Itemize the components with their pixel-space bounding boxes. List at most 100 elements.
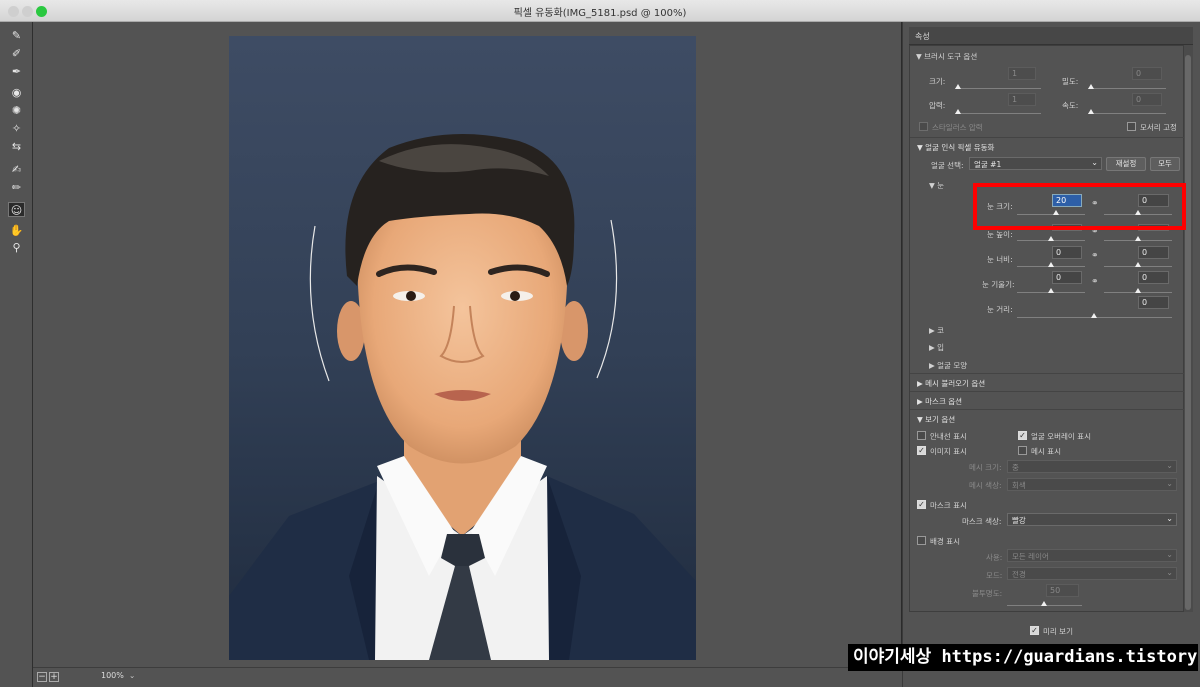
section-face-aware[interactable]: ▼ 얼굴 인식 픽셀 유동화: [910, 137, 1184, 155]
eye-tilt-right-field[interactable]: 0: [1138, 271, 1169, 284]
chevron-down-icon: ⌄: [1166, 568, 1173, 577]
eye-tilt-right-thumb[interactable]: [1135, 288, 1141, 293]
brush-pressure-field[interactable]: 1: [1008, 93, 1036, 106]
show-mesh-label: 메시 표시: [1031, 447, 1061, 456]
eye-distance-field[interactable]: 0: [1138, 296, 1169, 309]
window-titlebar: 픽셀 유동화(IMG_5181.psd @ 100%): [0, 0, 1200, 22]
brush-density-field[interactable]: 0: [1132, 67, 1162, 80]
mesh-color-dropdown[interactable]: 회색 ⌄: [1007, 478, 1177, 491]
preview-label: 미리 보기: [1043, 627, 1073, 636]
select-face-dropdown[interactable]: 얼굴 #1 ⌄: [969, 157, 1102, 170]
push-left-tool-icon[interactable]: ⇆: [8, 139, 25, 154]
use-dropdown[interactable]: 모든 레이어 ⌄: [1007, 549, 1177, 562]
section-eyes[interactable]: ▼ 눈: [929, 180, 944, 191]
brush-density-label: 밀도:: [1062, 77, 1079, 86]
eye-height-right-thumb[interactable]: [1135, 236, 1141, 241]
section-brush-options[interactable]: ▼ 브러시 도구 옵션: [916, 51, 977, 62]
watermark: 이야기세상 https://guardians.tistory.com: [848, 644, 1200, 671]
smooth-tool-icon[interactable]: ✒: [8, 64, 25, 79]
eye-height-label: 눈 높이:: [987, 230, 1013, 239]
select-face-label: 얼굴 선택:: [931, 161, 964, 170]
face-tool-icon[interactable]: ☺: [8, 202, 25, 217]
eye-distance-label: 눈 거리:: [987, 305, 1013, 314]
eye-width-right-field[interactable]: 0: [1138, 246, 1169, 259]
link-icon[interactable]: ⚭: [1091, 251, 1099, 261]
mask-color-label: 마스크 색상:: [962, 517, 1002, 526]
brush-rate-thumb[interactable]: [1088, 109, 1094, 114]
show-mesh-checkbox[interactable]: [1018, 446, 1027, 455]
mask-color-dropdown[interactable]: 빨강 ⌄: [1007, 513, 1177, 526]
show-face-overlay-label: 얼굴 오버레이 표시: [1031, 432, 1091, 441]
brush-pressure-thumb[interactable]: [955, 109, 961, 114]
brush-size-label: 크기:: [929, 77, 946, 86]
eye-tilt-left-thumb[interactable]: [1048, 288, 1054, 293]
link-icon[interactable]: ⚭: [1091, 277, 1099, 287]
reconstruct-tool-icon[interactable]: ✐: [8, 46, 25, 61]
eye-width-left-field[interactable]: 0: [1052, 246, 1082, 259]
zoom-in-button[interactable]: +: [49, 672, 59, 682]
mode-dropdown[interactable]: 전경 ⌄: [1007, 567, 1177, 580]
zoom-dropdown-icon[interactable]: ⌄: [101, 671, 135, 680]
all-button[interactable]: 모두: [1150, 157, 1180, 171]
eye-width-label: 눈 너비:: [987, 255, 1013, 264]
bloat-tool-icon[interactable]: ✧: [8, 121, 25, 136]
brush-rate-field[interactable]: 0: [1132, 93, 1162, 106]
opacity-thumb[interactable]: [1041, 601, 1047, 606]
section-nose[interactable]: ▶ 코: [929, 325, 944, 336]
show-image-checkbox[interactable]: ✓: [917, 446, 926, 455]
eye-size-highlight: [973, 183, 1186, 230]
eye-height-left-thumb[interactable]: [1048, 236, 1054, 241]
section-mouth[interactable]: ▶ 입: [929, 342, 944, 353]
opacity-field[interactable]: 50: [1046, 584, 1079, 597]
zoom-tool-icon[interactable]: ⚲: [8, 240, 25, 255]
mode-label: 모드:: [986, 571, 1003, 580]
pucker-tool-icon[interactable]: ✺: [8, 103, 25, 118]
tab-properties[interactable]: 속성: [909, 27, 1193, 45]
brush-size-thumb[interactable]: [955, 84, 961, 89]
thaw-mask-tool-icon[interactable]: ✏: [8, 180, 25, 195]
mesh-size-label: 메시 크기:: [969, 463, 1002, 472]
watermark-url: https://guardians.tistory.com: [941, 647, 1200, 667]
show-backdrop-checkbox[interactable]: [917, 536, 926, 545]
eye-distance-thumb[interactable]: [1091, 313, 1097, 318]
freeze-mask-tool-icon[interactable]: ✍: [8, 162, 25, 177]
show-mask-checkbox[interactable]: ✓: [917, 500, 926, 509]
liquify-toolbar: ✎ ✐ ✒ ◉ ✺ ✧ ⇆ ✍ ✏ ☺ ✋ ⚲: [0, 22, 33, 687]
section-view-options[interactable]: ▼ 보기 옵션: [910, 409, 1184, 427]
reset-button[interactable]: 재설정: [1106, 157, 1146, 171]
brush-size-slider[interactable]: [955, 88, 1041, 89]
chevron-down-icon: ⌄: [1091, 158, 1098, 167]
chevron-down-icon: ⌄: [1166, 550, 1173, 559]
brush-rate-slider[interactable]: [1088, 113, 1166, 114]
section-load-mesh[interactable]: ▶ 메시 불러오기 옵션: [910, 373, 1184, 391]
show-mask-label: 마스크 표시: [930, 501, 967, 510]
section-mask-options[interactable]: ▶ 마스크 옵션: [910, 391, 1184, 409]
eye-width-left-thumb[interactable]: [1048, 262, 1054, 267]
preview-checkbox[interactable]: ✓: [1030, 626, 1039, 635]
show-backdrop-label: 배경 표시: [930, 537, 960, 546]
show-face-overlay-checkbox[interactable]: ✓: [1018, 431, 1027, 440]
show-guides-checkbox[interactable]: [917, 431, 926, 440]
show-image-label: 이미지 표시: [930, 447, 967, 456]
brush-size-field[interactable]: 1: [1008, 67, 1036, 80]
portrait-image[interactable]: [229, 36, 696, 660]
section-face-shape[interactable]: ▶ 얼굴 모양: [929, 360, 967, 371]
pin-edges-label: 모서리 고정: [1140, 123, 1177, 132]
chevron-down-icon: ⌄: [1166, 461, 1173, 470]
chevron-down-icon: ⌄: [1166, 514, 1173, 523]
forward-warp-tool-icon[interactable]: ✎: [8, 28, 25, 43]
eye-tilt-left-field[interactable]: 0: [1052, 271, 1082, 284]
stylus-pressure-checkbox[interactable]: [919, 122, 928, 131]
brush-density-thumb[interactable]: [1088, 84, 1094, 89]
brush-rate-label: 속도:: [1062, 101, 1079, 110]
mesh-size-dropdown[interactable]: 중 ⌄: [1007, 460, 1177, 473]
twirl-tool-icon[interactable]: ◉: [8, 85, 25, 100]
brush-density-slider[interactable]: [1088, 88, 1166, 89]
use-label: 사용:: [986, 553, 1003, 562]
eye-width-right-thumb[interactable]: [1135, 262, 1141, 267]
pin-edges-checkbox[interactable]: [1127, 122, 1136, 131]
brush-pressure-slider[interactable]: [955, 113, 1041, 114]
zoom-out-button[interactable]: −: [37, 672, 47, 682]
panel-scrollbar-thumb[interactable]: [1185, 55, 1191, 610]
hand-tool-icon[interactable]: ✋: [8, 223, 25, 238]
